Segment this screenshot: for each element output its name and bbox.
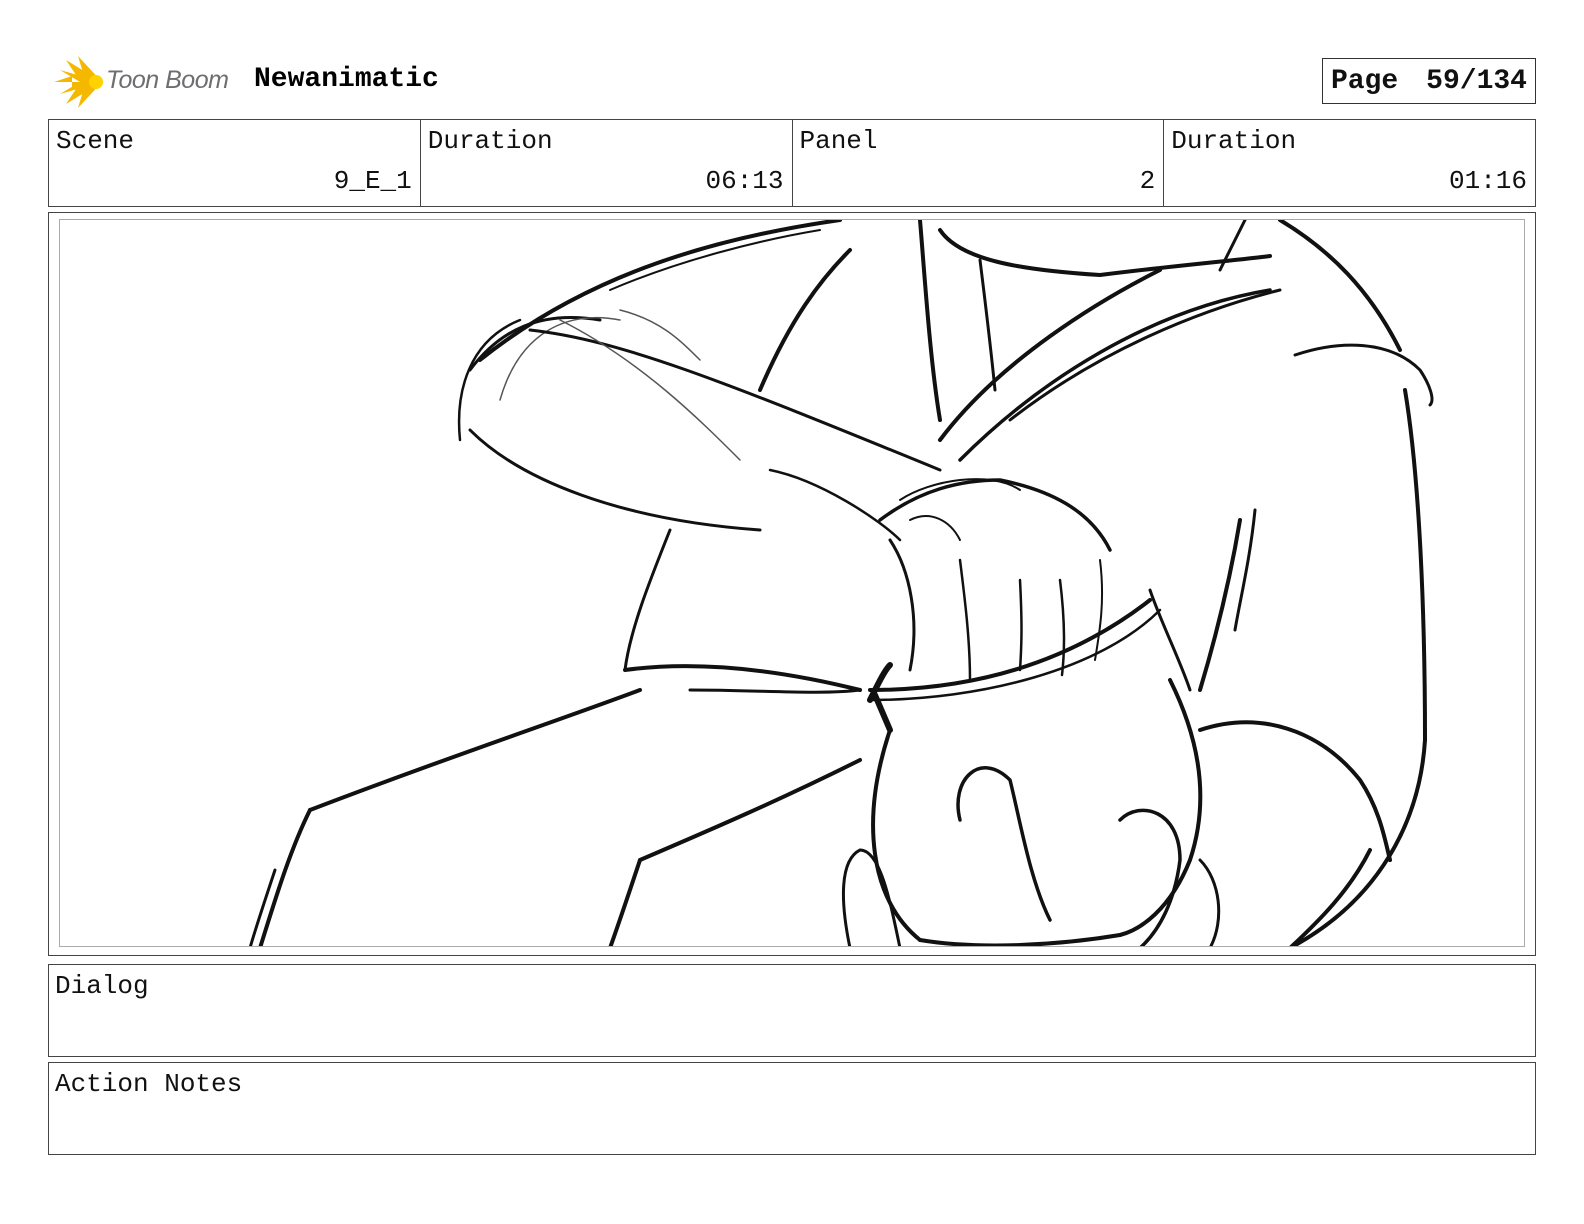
panel-duration-value: 01:16: [1448, 166, 1527, 196]
logo-text: Toon Boom: [106, 66, 229, 94]
toon-boom-star-icon: [54, 56, 103, 108]
scene-duration-cell: Duration 06:13: [421, 120, 793, 206]
dialog-label: Dialog: [55, 971, 149, 1001]
project-title: Newanimatic: [254, 64, 439, 95]
scene-duration-value: 06:13: [705, 166, 784, 196]
action-notes-label: Action Notes: [55, 1069, 243, 1099]
panel-duration-label: Duration: [1171, 126, 1297, 156]
scene-duration-label: Duration: [427, 126, 553, 156]
storyboard-sketch: [249, 220, 1434, 946]
page-indicator: Page 59/134: [1321, 58, 1536, 104]
dialog-box: Dialog: [48, 964, 1536, 1057]
header: Toon Boom Newanimatic Page 59/134: [48, 52, 1536, 108]
scene-info-table: Scene 9_E_1 Duration 06:13 Panel 2 Durat…: [48, 119, 1536, 207]
panel-duration-cell: Duration 01:16: [1164, 120, 1535, 206]
panel-drawing-area: [59, 219, 1525, 947]
panel-label: Panel: [799, 126, 878, 156]
panel-value: 2: [1139, 166, 1156, 196]
page-number: 59/134: [1426, 65, 1527, 97]
toon-boom-logo: Toon Boom: [52, 56, 242, 108]
scene-label: Scene: [56, 126, 135, 156]
panel-frame: [48, 212, 1536, 956]
panel-cell: Panel 2: [793, 120, 1165, 206]
page-label: Page: [1330, 65, 1399, 97]
scene-cell: Scene 9_E_1: [49, 120, 421, 206]
action-notes-box: Action Notes: [48, 1062, 1536, 1155]
scene-value: 9_E_1: [333, 166, 412, 196]
